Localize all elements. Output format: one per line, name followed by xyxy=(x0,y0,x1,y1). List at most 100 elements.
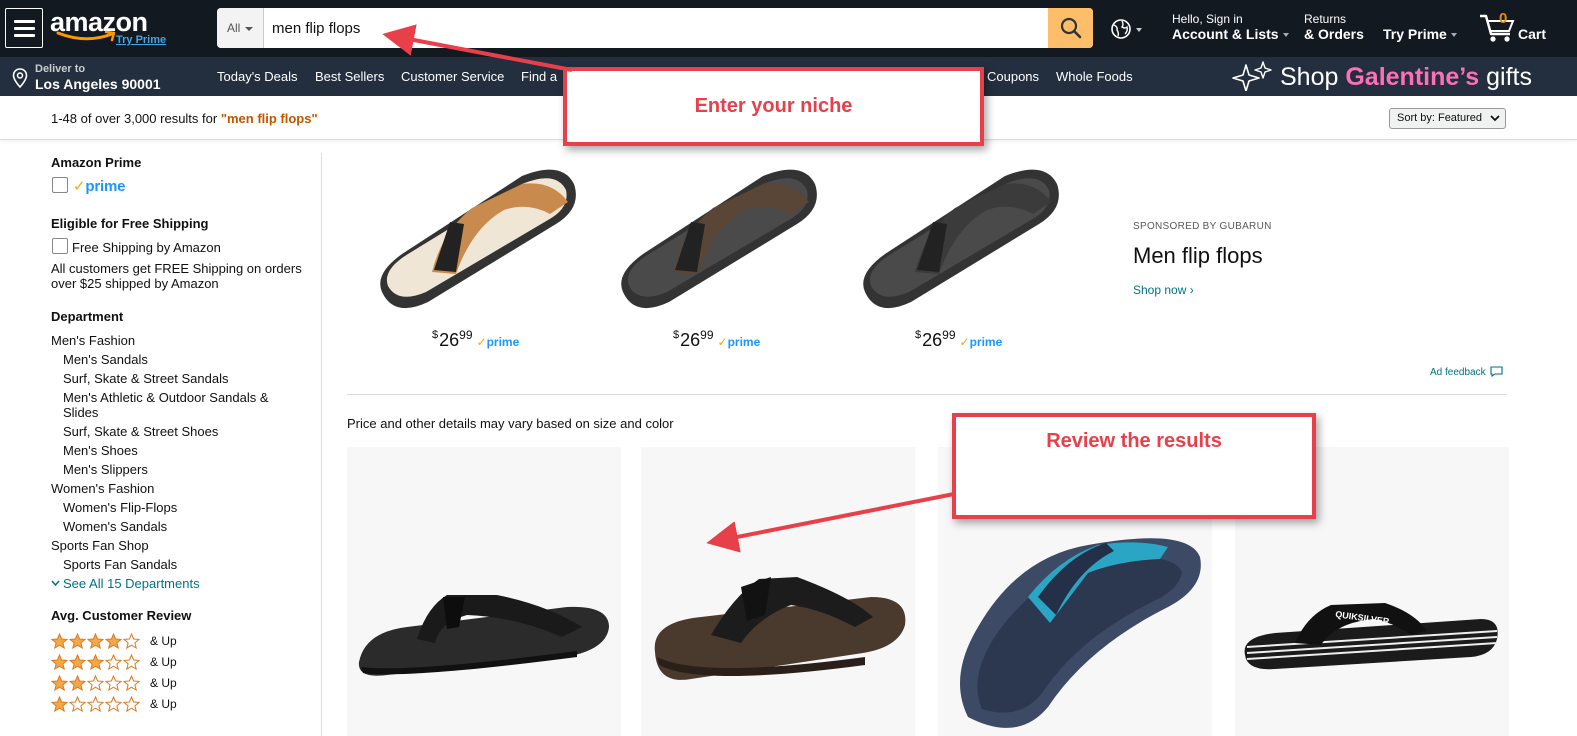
sponsored-price: $2699 ✓prime xyxy=(673,328,760,351)
prime-badge: ✓prime xyxy=(718,335,761,349)
prime-badge: ✓prime xyxy=(477,335,520,349)
star-filled-icon xyxy=(87,654,104,670)
cart-count: 0 xyxy=(1499,10,1508,27)
menu-icon[interactable] xyxy=(5,8,43,48)
nav-best-sellers[interactable]: Best Sellers xyxy=(315,69,384,84)
dept-mens-fashion[interactable]: Men's Fashion xyxy=(51,333,135,348)
amazon-logo[interactable]: amazon Try Prime xyxy=(50,8,168,48)
product-card[interactable] xyxy=(641,447,915,736)
dept-womens-fashion[interactable]: Women's Fashion xyxy=(51,481,154,496)
prime-check-icon: ✓ xyxy=(73,178,86,195)
returns-label: Returns xyxy=(1304,12,1347,26)
dept-mens-slippers[interactable]: Men's Slippers xyxy=(63,462,148,477)
promo-suffix: gifts xyxy=(1479,63,1532,91)
search-department-label: All xyxy=(227,21,241,35)
nav-whole-foods[interactable]: Whole Foods xyxy=(1056,69,1133,84)
returns-orders-link[interactable]: Returns & Orders xyxy=(1304,12,1364,42)
star-filled-icon xyxy=(51,633,68,649)
sidebar-divider xyxy=(321,153,322,736)
shop-now-link[interactable]: Shop now › xyxy=(1133,283,1194,297)
star-filled-icon xyxy=(87,633,104,649)
sponsored-product[interactable]: $2699 ✓prime xyxy=(613,162,823,358)
price-currency: $ xyxy=(915,329,922,341)
price-fraction: 99 xyxy=(700,328,714,342)
account-lists-link[interactable]: Hello, Sign in Account & Lists xyxy=(1172,12,1289,42)
star-filled-icon xyxy=(51,696,68,712)
cart-link[interactable]: 0 Cart xyxy=(1478,10,1550,46)
review-filter-3-stars[interactable] xyxy=(51,654,141,670)
speech-bubble-icon xyxy=(1490,366,1503,378)
prime-badge: ✓prime xyxy=(960,335,1003,349)
results-query: "men flip flops" xyxy=(220,111,318,126)
dept-mens-sandals[interactable]: Men's Sandals xyxy=(63,352,148,367)
star-empty-icon xyxy=(123,696,140,712)
star-empty-icon xyxy=(123,654,140,670)
ad-feedback-link[interactable]: Ad feedback xyxy=(1430,366,1503,378)
prime-filter-heading: Amazon Prime xyxy=(51,155,142,170)
search-button[interactable] xyxy=(1048,8,1093,48)
review-filter-4-stars[interactable] xyxy=(51,633,141,649)
cart-icon xyxy=(1480,14,1515,42)
callout-enter-niche-text: Enter your niche xyxy=(694,95,853,117)
star-empty-icon xyxy=(87,696,104,712)
deliver-to-location[interactable]: Deliver to Los Angeles 90001 xyxy=(12,62,172,92)
review-heading: Avg. Customer Review xyxy=(51,608,192,623)
prime-filter-text: prime xyxy=(85,178,126,195)
sponsored-price: $2699 ✓prime xyxy=(432,328,519,351)
dept-sports-fan-shop[interactable]: Sports Fan Shop xyxy=(51,538,149,553)
results-count-text: 1-48 of over 3,000 results for xyxy=(51,111,221,126)
free-shipping-label[interactable]: Free Shipping by Amazon xyxy=(72,240,221,255)
promo-highlight: Galentine’s xyxy=(1345,63,1480,91)
star-filled-icon xyxy=(51,654,68,670)
dept-surf-skate-sandals[interactable]: Surf, Skate & Street Sandals xyxy=(63,371,228,386)
try-prime-menu[interactable]: Try Prime xyxy=(1383,26,1457,42)
star-filled-icon xyxy=(105,633,122,649)
dept-athletic-outdoor-sandals-cont[interactable]: Slides xyxy=(63,405,98,420)
dept-womens-flip-flops[interactable]: Women's Flip-Flops xyxy=(63,500,177,515)
deliver-to-label: Deliver to xyxy=(35,63,86,75)
account-greeting: Hello, Sign in xyxy=(1172,12,1243,26)
galentines-promo-link[interactable]: Shop Galentine’s gifts xyxy=(1232,61,1532,92)
search-bar: All xyxy=(217,8,1093,48)
sponsored-product[interactable]: $2699 ✓prime xyxy=(372,162,582,358)
try-prime-link[interactable]: Try Prime xyxy=(116,34,166,46)
cart-label: Cart xyxy=(1518,26,1547,42)
try-prime-label: Try Prime xyxy=(1383,26,1447,42)
chevron-down-icon xyxy=(1490,115,1500,122)
sponsored-title: Men flip flops xyxy=(1133,243,1263,268)
prime-filter-label[interactable]: ✓prime xyxy=(73,177,125,195)
dept-sports-fan-sandals[interactable]: Sports Fan Sandals xyxy=(63,557,177,572)
callout-review-results-text: Review the results xyxy=(1046,430,1222,452)
deliver-location: Los Angeles 90001 xyxy=(35,76,161,92)
dept-womens-sandals[interactable]: Women's Sandals xyxy=(63,519,167,534)
dept-surf-skate-shoes[interactable]: Surf, Skate & Street Shoes xyxy=(63,424,218,439)
free-shipping-checkbox[interactable] xyxy=(52,238,68,254)
nav-todays-deals[interactable]: Today's Deals xyxy=(217,69,298,84)
nav-find-a[interactable]: Find a xyxy=(521,69,557,84)
price-disclaimer: Price and other details may vary based o… xyxy=(347,416,674,431)
prime-checkbox[interactable] xyxy=(52,177,68,193)
language-selector[interactable] xyxy=(1110,18,1144,42)
search-input[interactable] xyxy=(264,8,1048,48)
product-card[interactable] xyxy=(347,447,621,736)
see-all-departments-link[interactable]: See All 15 Departments xyxy=(51,576,200,591)
prime-badge-text: prime xyxy=(727,335,761,349)
dept-mens-shoes[interactable]: Men's Shoes xyxy=(63,443,138,458)
review-filter-1-stars[interactable] xyxy=(51,696,141,712)
price-currency: $ xyxy=(673,329,680,341)
smile-arrow-icon xyxy=(56,30,116,42)
sponsored-product[interactable]: $2699 ✓prime xyxy=(855,162,1065,358)
sort-by-dropdown[interactable]: Sort by: Featured xyxy=(1389,108,1506,129)
search-department-select[interactable]: All xyxy=(217,8,264,48)
nav-customer-service[interactable]: Customer Service xyxy=(401,69,504,84)
prime-badge-text: prime xyxy=(969,335,1003,349)
product-image xyxy=(863,169,1059,309)
review-and-up-label: & Up xyxy=(150,697,177,711)
dept-athletic-outdoor-sandals[interactable]: Men's Athletic & Outdoor Sandals & xyxy=(63,390,269,405)
prime-check-icon: ✓ xyxy=(959,335,970,349)
promo-prefix: Shop xyxy=(1280,63,1346,91)
shipping-filter-heading: Eligible for Free Shipping xyxy=(51,216,209,231)
review-filter-2-stars[interactable] xyxy=(51,675,141,691)
nav-coupons[interactable]: Coupons xyxy=(987,69,1039,84)
star-filled-icon xyxy=(69,633,86,649)
